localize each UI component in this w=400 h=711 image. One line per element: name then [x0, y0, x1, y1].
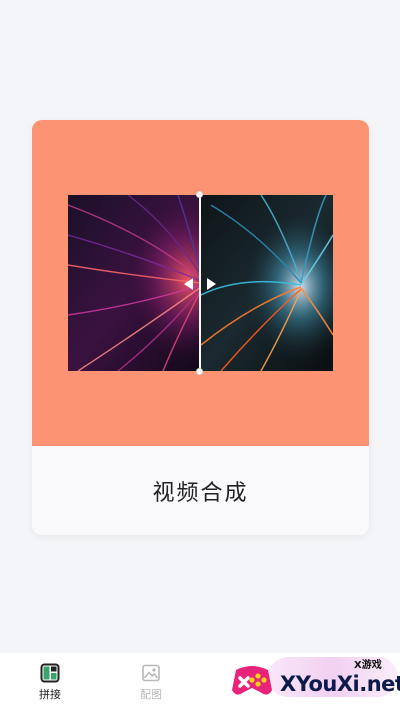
divider-bottom-handle[interactable]	[196, 368, 203, 375]
watermark: X游戏 XYouXi.net	[228, 652, 400, 711]
arrow-right-icon[interactable]	[207, 278, 216, 290]
card-caption: 视频合成	[32, 446, 369, 535]
nav-item-splice[interactable]: 拼接	[30, 663, 70, 702]
image-icon	[142, 664, 160, 682]
divider-top-handle[interactable]	[196, 191, 203, 198]
card-preview-area	[32, 120, 369, 446]
nav-label-splice: 拼接	[39, 688, 61, 701]
video-compose-card[interactable]: 视频合成	[32, 120, 369, 535]
nav-item-image[interactable]: 配图	[131, 663, 171, 702]
gamepad-logo-icon	[232, 666, 272, 695]
card-title: 视频合成	[152, 480, 249, 506]
arrow-left-icon[interactable]	[184, 278, 193, 290]
video-frame-right	[201, 195, 333, 371]
compare-divider-line[interactable]	[199, 194, 201, 372]
watermark-small-text: X游戏	[354, 660, 382, 671]
video-frame-left	[68, 195, 201, 371]
screen: 视频合成 拼接 配图 X游戏 XYouXi.net	[0, 0, 400, 711]
watermark-site-text: XYouXi.net	[280, 672, 400, 696]
nav-label-image: 配图	[140, 688, 162, 701]
splice-icon	[40, 663, 60, 683]
